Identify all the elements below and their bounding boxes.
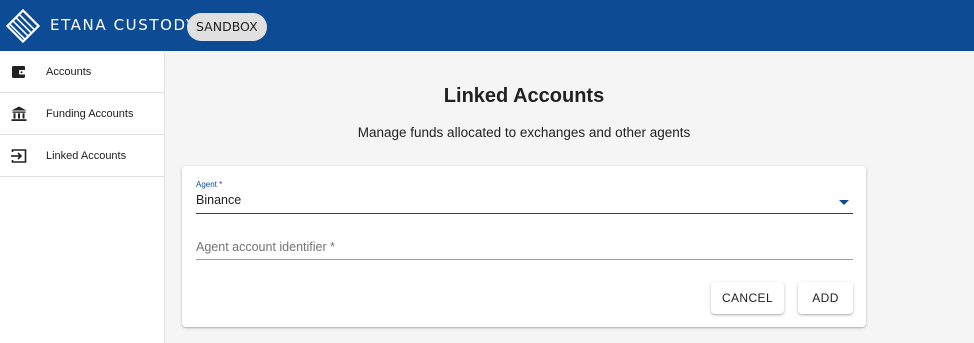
cancel-button[interactable]: CANCEL: [711, 282, 784, 314]
caret-down-icon: [839, 200, 849, 205]
agent-account-identifier-input[interactable]: [196, 236, 853, 258]
page-title: Linked Accounts: [443, 85, 605, 107]
brand-title: ETANA CUSTODY: [50, 16, 197, 34]
sidebar-item-label: Linked Accounts: [46, 149, 127, 162]
sidebar: Accounts Funding Accounts Linked Account…: [0, 51, 165, 343]
agent-select-value: Binance: [196, 193, 242, 207]
add-button[interactable]: ADD: [798, 282, 853, 314]
sidebar-item-label: Funding Accounts: [46, 107, 134, 120]
link-arrow-icon: [11, 149, 27, 163]
page-subtitle: Manage funds allocated to exchanges and …: [357, 125, 691, 140]
main-content: Linked Accounts Manage funds allocated t…: [166, 51, 974, 343]
sidebar-item-label: Accounts: [46, 65, 92, 78]
environment-badge: SANDBOX: [187, 13, 267, 41]
sidebar-item-funding-accounts[interactable]: Funding Accounts: [0, 93, 164, 135]
link-account-form-card: Agent * Binance CANCEL ADD: [182, 166, 866, 327]
sidebar-item-accounts[interactable]: Accounts: [0, 51, 164, 93]
etana-logo-icon[interactable]: [6, 9, 40, 43]
top-app-bar: ETANA CUSTODY SANDBOX: [0, 0, 974, 51]
agent-select[interactable]: Binance: [196, 190, 853, 214]
sidebar-item-linked-accounts[interactable]: Linked Accounts: [0, 135, 164, 177]
agent-account-identifier-field: [196, 236, 853, 260]
agent-field-label: Agent *: [196, 180, 223, 189]
bank-icon: [11, 106, 27, 121]
wallet-icon: [12, 66, 26, 78]
